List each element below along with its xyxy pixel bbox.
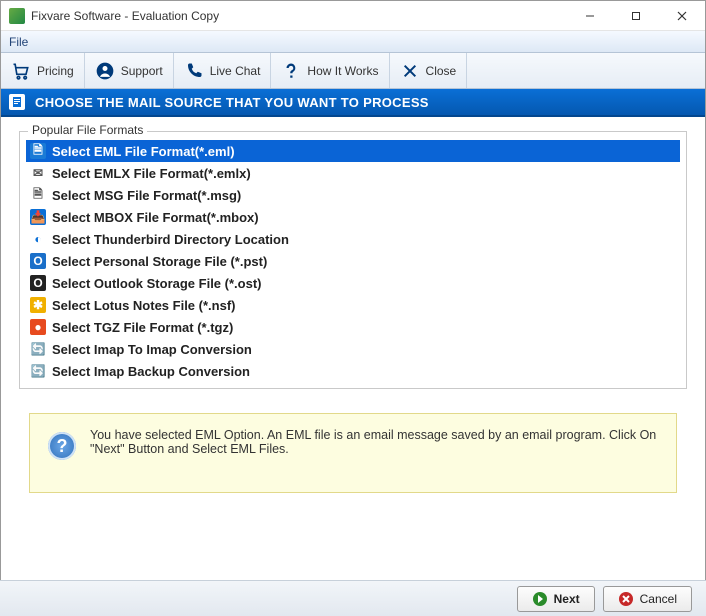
toolbar: Pricing Support Live Chat How It Works C… — [1, 53, 705, 89]
format-item[interactable]: ✉ Select EMLX File Format(*.emlx) — [26, 162, 680, 184]
format-icon: ✉ — [30, 165, 46, 181]
info-panel: ? You have selected EML Option. An EML f… — [29, 413, 677, 493]
format-item[interactable]: 📥 Select MBOX File Format(*.mbox) — [26, 206, 680, 228]
format-icon: 🔄 — [30, 363, 46, 379]
format-label: Select Imap To Imap Conversion — [52, 342, 252, 357]
format-label: Select EML File Format(*.eml) — [52, 144, 235, 159]
format-icon: 🔄 — [30, 341, 46, 357]
format-item[interactable]: ◐ Select Thunderbird Directory Location — [26, 228, 680, 250]
pricing-label: Pricing — [37, 64, 74, 78]
minimize-button[interactable] — [567, 1, 613, 31]
headset-icon — [95, 61, 115, 81]
format-item[interactable]: ✱ Select Lotus Notes File (*.nsf) — [26, 294, 680, 316]
question-icon — [281, 61, 301, 81]
format-label: Select Imap Backup Conversion — [52, 364, 250, 379]
pricing-button[interactable]: Pricing — [1, 53, 85, 88]
close-button[interactable]: Close — [390, 53, 468, 88]
maximize-button[interactable] — [613, 1, 659, 31]
close-label: Close — [426, 64, 457, 78]
livechat-button[interactable]: Live Chat — [174, 53, 272, 88]
howitworks-label: How It Works — [307, 64, 378, 78]
next-label: Next — [554, 592, 580, 606]
window-title: Fixvare Software - Evaluation Copy — [31, 9, 567, 23]
menu-file[interactable]: File — [9, 35, 28, 49]
info-text: You have selected EML Option. An EML fil… — [90, 428, 658, 456]
format-label: Select MSG File Format(*.msg) — [52, 188, 241, 203]
format-icon: 🗎 — [30, 187, 46, 203]
format-item[interactable]: 🔄 Select Imap To Imap Conversion — [26, 338, 680, 360]
howitworks-button[interactable]: How It Works — [271, 53, 389, 88]
format-item[interactable]: 🗎 Select EML File Format(*.eml) — [26, 140, 680, 162]
format-icon: ◐ — [30, 231, 46, 247]
format-item[interactable]: 🔄 Select Imap Backup Conversion — [26, 360, 680, 382]
format-label: Select Outlook Storage File (*.ost) — [52, 276, 261, 291]
format-icon: ● — [30, 319, 46, 335]
format-icon: 🗎 — [30, 143, 46, 159]
info-icon: ? — [48, 432, 76, 460]
close-window-button[interactable] — [659, 1, 705, 31]
format-label: Select EMLX File Format(*.emlx) — [52, 166, 251, 181]
support-label: Support — [121, 64, 163, 78]
banner-text: CHOOSE THE MAIL SOURCE THAT YOU WANT TO … — [35, 95, 429, 110]
cart-icon — [11, 61, 31, 81]
format-label: Select Thunderbird Directory Location — [52, 232, 289, 247]
formats-list: 🗎 Select EML File Format(*.eml) ✉ Select EM… — [26, 140, 680, 382]
format-icon: ✱ — [30, 297, 46, 313]
footer: Next Cancel — [0, 580, 706, 616]
next-button[interactable]: Next — [517, 586, 595, 612]
format-item[interactable]: ● Select TGZ File Format (*.tgz) — [26, 316, 680, 338]
livechat-label: Live Chat — [210, 64, 261, 78]
format-item[interactable]: 🗎 Select MSG File Format(*.msg) — [26, 184, 680, 206]
window-controls — [567, 1, 705, 31]
format-label: Select Lotus Notes File (*.nsf) — [52, 298, 235, 313]
next-arrow-icon — [532, 591, 548, 607]
content-area: Popular File Formats 🗎 Select EML File Fo… — [1, 117, 705, 395]
phone-icon — [184, 61, 204, 81]
group-label: Popular File Formats — [28, 123, 147, 137]
formats-group: Popular File Formats 🗎Select EML File Fo… — [19, 131, 687, 389]
format-label: Select MBOX File Format(*.mbox) — [52, 210, 259, 225]
banner: CHOOSE THE MAIL SOURCE THAT YOU WANT TO … — [1, 89, 705, 117]
format-icon: 📥 — [30, 209, 46, 225]
menubar: File — [1, 31, 705, 53]
cancel-x-icon — [618, 591, 634, 607]
document-icon — [9, 94, 25, 110]
x-icon — [400, 61, 420, 81]
support-button[interactable]: Support — [85, 53, 174, 88]
titlebar: Fixvare Software - Evaluation Copy — [1, 1, 705, 31]
format-icon: O — [30, 275, 46, 291]
cancel-label: Cancel — [640, 592, 677, 606]
format-icon: O — [30, 253, 46, 269]
format-item[interactable]: O Select Personal Storage File (*.pst) — [26, 250, 680, 272]
format-item[interactable]: O Select Outlook Storage File (*.ost) — [26, 272, 680, 294]
format-label: Select Personal Storage File (*.pst) — [52, 254, 267, 269]
app-icon — [9, 8, 25, 24]
cancel-button[interactable]: Cancel — [603, 586, 692, 612]
format-label: Select TGZ File Format (*.tgz) — [52, 320, 233, 335]
